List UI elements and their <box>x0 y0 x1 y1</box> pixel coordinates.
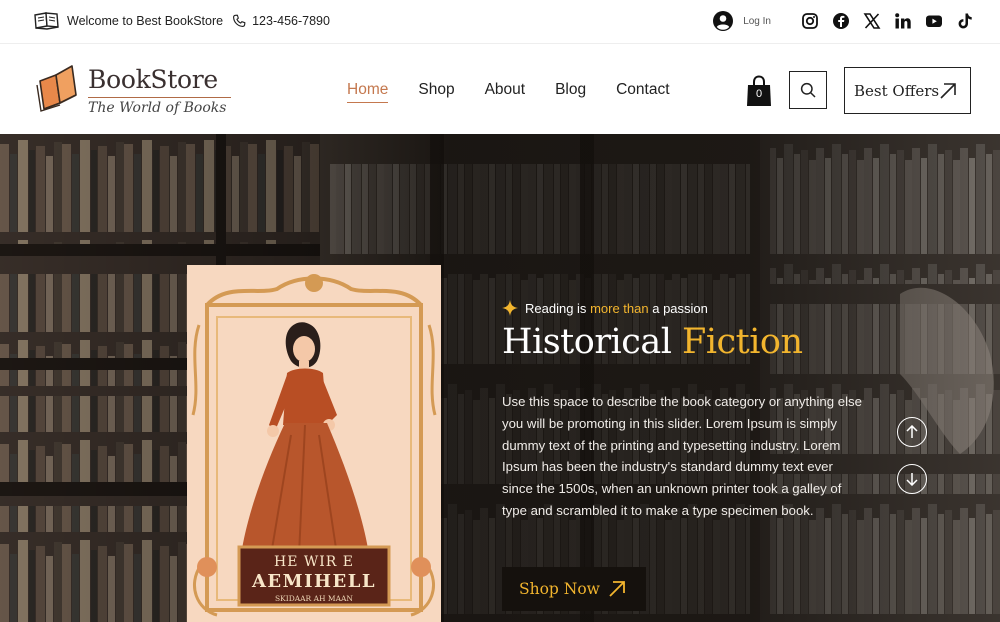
shop-now-button[interactable]: Shop Now <box>502 567 646 611</box>
arrow-up-right-icon <box>940 83 956 99</box>
youtube-icon[interactable] <box>925 12 943 30</box>
nav-contact[interactable]: Contact <box>616 81 669 103</box>
sparkle-icon <box>502 300 518 316</box>
main-nav: Home Shop About Blog Contact <box>347 81 700 103</box>
hero-title: Historical Fiction <box>502 322 803 362</box>
social-links <box>801 12 974 30</box>
hero-description: Use this space to describe the book cate… <box>502 394 862 518</box>
linkedin-icon[interactable] <box>894 12 912 30</box>
arrow-down-icon <box>906 473 918 486</box>
top-bar-info: Welcome to Best BookStore 123-456-7890 <box>33 0 330 42</box>
tagline-prefix: Reading is <box>525 300 587 316</box>
best-offers-label: Best Offers <box>854 81 940 100</box>
logo[interactable]: BookStore The World of Books <box>34 65 234 125</box>
nav-shop[interactable]: Shop <box>418 81 454 103</box>
logo-divider <box>88 97 231 98</box>
book-cover-line3: SKIDAAR AH MAAN <box>275 594 353 603</box>
book-logo-icon <box>36 65 77 112</box>
phone-item[interactable]: 123-456-7890 <box>231 13 330 29</box>
nav-blog[interactable]: Blog <box>555 81 586 103</box>
phone-number: 123-456-7890 <box>252 14 330 28</box>
welcome-text: Welcome to Best BookStore <box>67 14 224 28</box>
phone-icon <box>233 14 246 27</box>
search-icon <box>800 82 816 98</box>
book-cover-line1: HE WIR E <box>274 554 354 570</box>
book-cover-line2: AEMIHELL <box>251 571 376 592</box>
hero-title-main: Historical <box>502 322 672 362</box>
hero-title-highlight: Fiction <box>682 322 803 362</box>
arrow-up-right-icon <box>609 581 625 597</box>
main-header: BookStore The World of Books Home Shop A… <box>0 45 1000 134</box>
tagline-highlight: more than <box>590 300 649 316</box>
search-button[interactable] <box>789 71 827 109</box>
tagline-suffix: a passion <box>652 300 708 316</box>
welcome-item: Welcome to Best BookStore <box>33 11 223 31</box>
instagram-icon[interactable] <box>801 12 819 30</box>
hero-overlay <box>0 134 1000 622</box>
slide-next-button[interactable] <box>897 464 927 494</box>
cart-button[interactable]: 0 <box>746 75 772 107</box>
top-bar-actions: Log In <box>713 0 974 42</box>
cart-count: 0 <box>755 88 763 100</box>
tiktok-icon[interactable] <box>956 12 974 30</box>
nav-home[interactable]: Home <box>347 81 389 103</box>
logo-subtitle: The World of Books <box>88 100 227 116</box>
book-open-icon <box>34 12 59 30</box>
arrow-up-icon <box>906 425 918 438</box>
hero-slider: HE WIR E AEMIHELL SKIDAAR AH MAAN Readin… <box>0 134 1000 622</box>
top-bar: Welcome to Best BookStore 123-456-7890 L… <box>0 0 1000 44</box>
user-avatar-icon <box>713 11 734 31</box>
slide-prev-button[interactable] <box>897 417 927 447</box>
facebook-icon[interactable] <box>832 12 850 30</box>
book-cover-image: HE WIR E AEMIHELL SKIDAAR AH MAAN <box>187 265 441 622</box>
hero-tagline: Reading is more than a passion <box>502 300 708 316</box>
logo-title: BookStore <box>88 65 218 94</box>
nav-about[interactable]: About <box>485 81 526 103</box>
best-offers-button[interactable]: Best Offers <box>844 67 971 114</box>
login-link[interactable]: Log In <box>713 11 771 31</box>
shop-now-label: Shop Now <box>519 580 600 598</box>
login-label: Log In <box>743 15 771 27</box>
x-icon[interactable] <box>863 12 881 30</box>
